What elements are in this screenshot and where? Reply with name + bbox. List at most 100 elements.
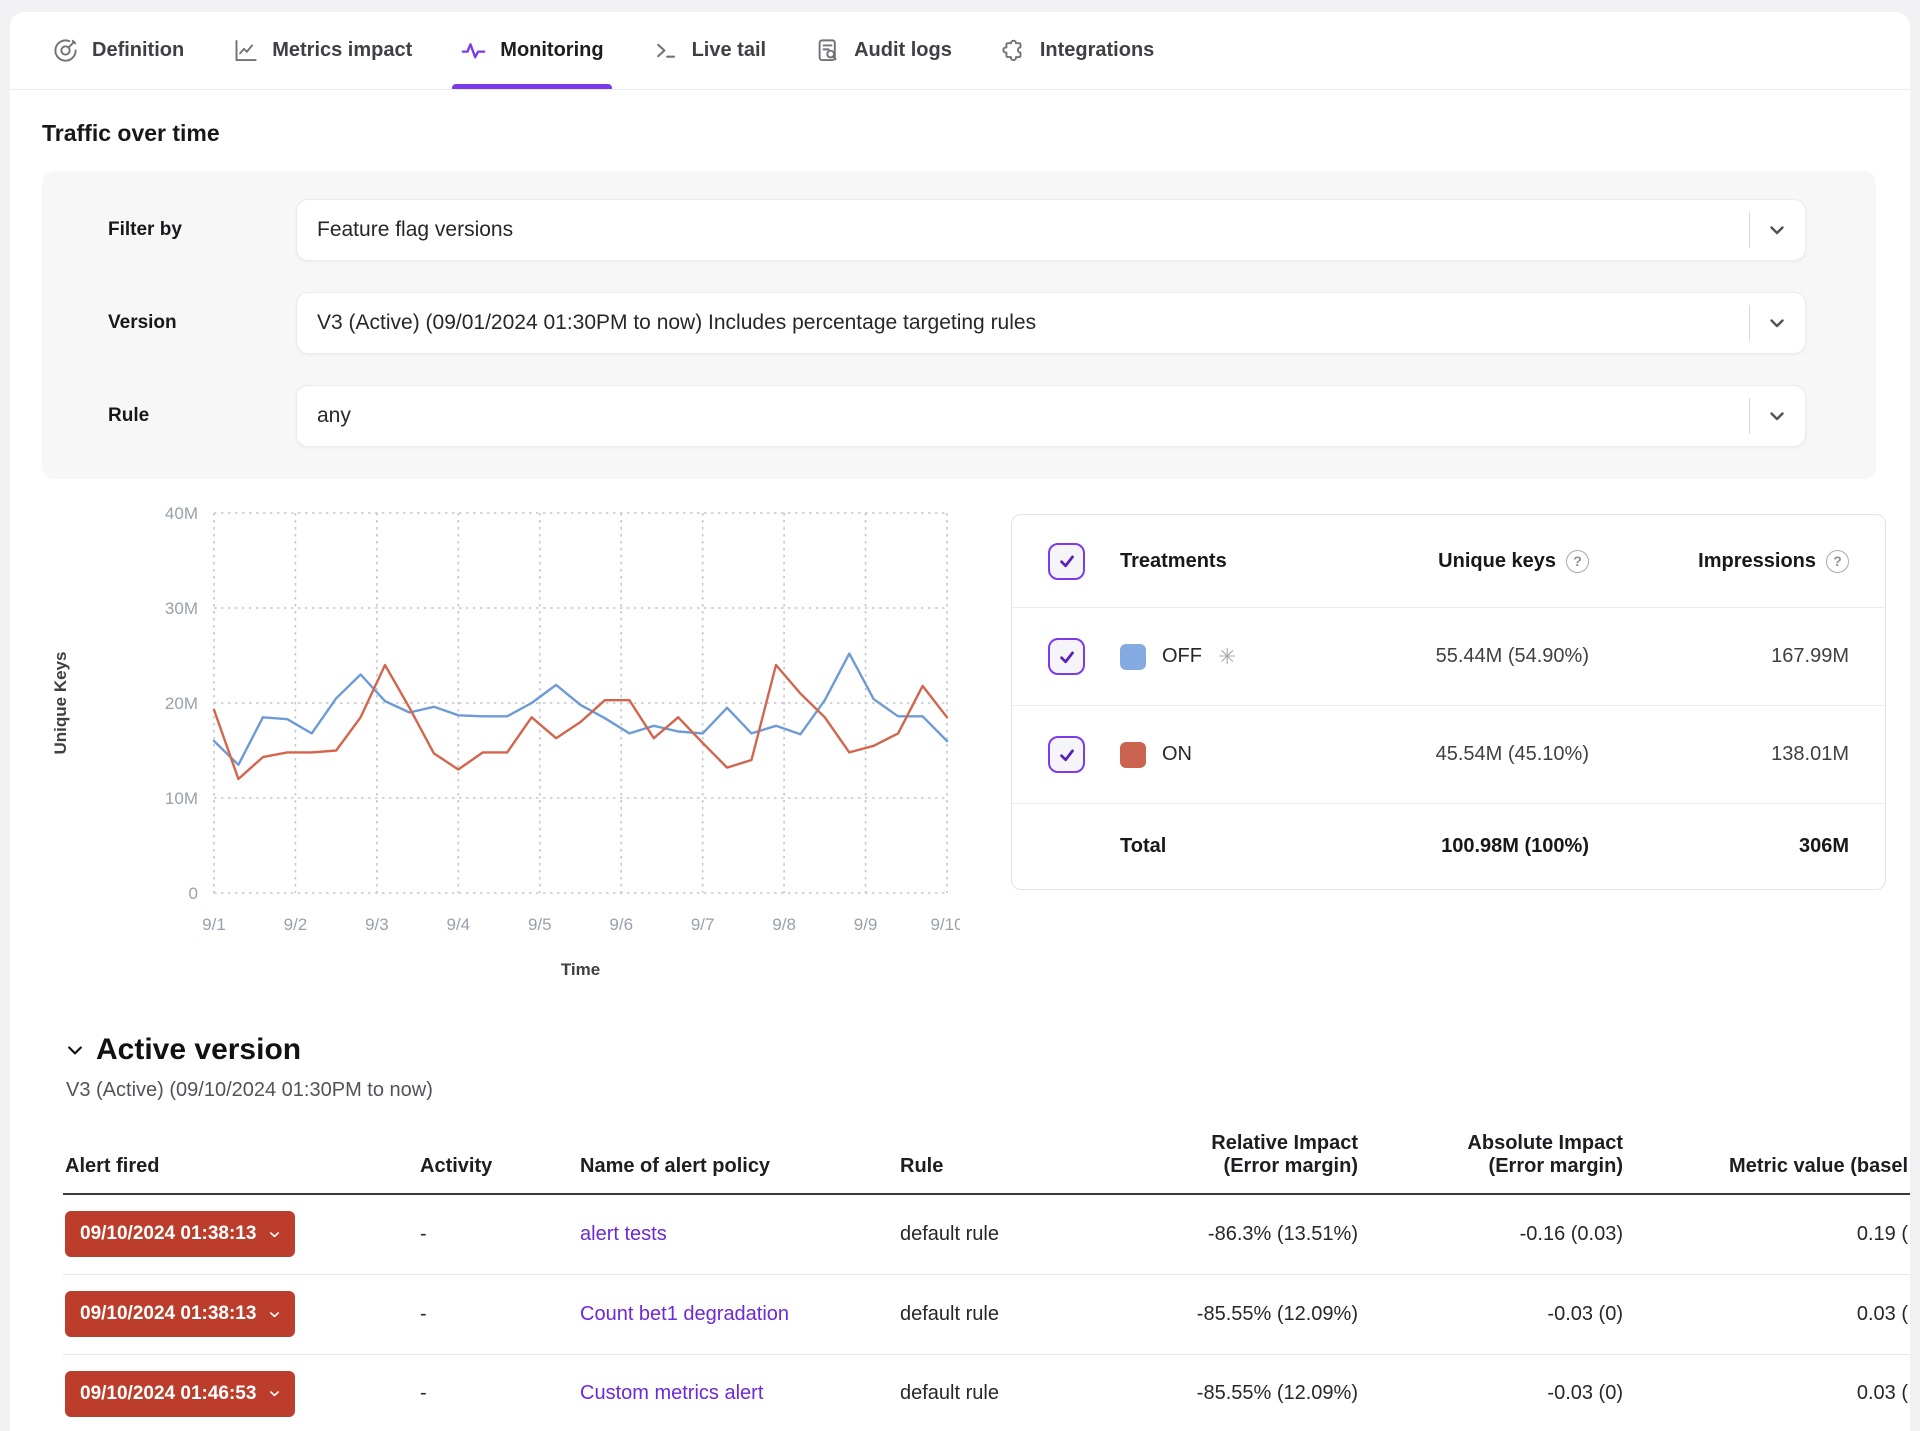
alert-absolute-impact: -0.16 (0.03) bbox=[1358, 1194, 1623, 1274]
svg-text:Time: Time bbox=[561, 960, 600, 979]
tab-live-tail[interactable]: Live tail bbox=[652, 12, 766, 89]
svg-text:30M: 30M bbox=[165, 599, 198, 618]
svg-text:9/4: 9/4 bbox=[447, 915, 471, 934]
frozen-asterisk-icon: ✳ bbox=[1218, 644, 1236, 670]
active-version-title: Active version bbox=[96, 1033, 301, 1067]
alert-absolute-impact: -0.03 (0) bbox=[1358, 1274, 1623, 1354]
col-metric-value: Metric value (basel bbox=[1623, 1132, 1910, 1194]
tab-integrations[interactable]: Integrations bbox=[1000, 12, 1154, 89]
tab-definition[interactable]: Definition bbox=[52, 12, 184, 89]
impressions-help-icon[interactable]: ? bbox=[1826, 550, 1849, 573]
alert-relative-impact: -85.55% (12.09%) bbox=[1128, 1274, 1358, 1354]
on-checkbox[interactable] bbox=[1048, 736, 1085, 773]
tab-label: Definition bbox=[92, 39, 184, 62]
alert-row: 09/10/2024 01:46:53 - Custom metrics ale… bbox=[63, 1354, 1910, 1431]
page-title: Traffic over time bbox=[42, 120, 1910, 147]
alert-absolute-impact: -0.03 (0) bbox=[1358, 1354, 1623, 1431]
svg-text:9/1: 9/1 bbox=[202, 915, 226, 934]
tab-bar: Definition Metrics impact Monitoring Liv… bbox=[10, 12, 1910, 90]
active-version-section: Active version V3 (Active) (09/10/2024 0… bbox=[65, 1033, 1910, 1102]
filter-by-label: Filter by bbox=[108, 219, 296, 241]
tab-label: Live tail bbox=[692, 39, 766, 62]
traffic-line-chart: 010M20M30M40M9/19/29/39/49/59/69/79/89/9… bbox=[40, 495, 960, 995]
col-activity: Activity bbox=[418, 1132, 578, 1194]
svg-text:0: 0 bbox=[189, 884, 198, 903]
treatment-name: OFF bbox=[1162, 645, 1202, 668]
impressions-header: Impressions bbox=[1698, 550, 1816, 573]
check-icon bbox=[1056, 744, 1078, 766]
alert-fired-time: 09/10/2024 01:46:53 bbox=[80, 1383, 256, 1405]
alert-metric-value: 0.03 ( bbox=[1623, 1354, 1910, 1431]
definition-icon bbox=[52, 37, 79, 64]
on-impressions: 138.01M bbox=[1589, 743, 1849, 766]
off-checkbox[interactable] bbox=[1048, 638, 1085, 675]
rule-select[interactable]: any bbox=[296, 385, 1806, 447]
alert-row: 09/10/2024 01:38:13 - Count bet1 degrada… bbox=[63, 1274, 1910, 1354]
audit-logs-icon bbox=[814, 37, 841, 64]
unique-keys-help-icon[interactable]: ? bbox=[1566, 550, 1589, 573]
alerts-table-wrap: Alert fired Activity Name of alert polic… bbox=[63, 1132, 1910, 1431]
treatments-header-row: Treatments Unique keys ? Impressions ? bbox=[1012, 515, 1885, 607]
svg-text:9/3: 9/3 bbox=[365, 915, 389, 934]
svg-text:10M: 10M bbox=[165, 789, 198, 808]
rule-row: Rule any bbox=[108, 385, 1806, 447]
treatments-total-row: Total 100.98M (100%) 306M bbox=[1012, 803, 1885, 889]
alert-fired-button[interactable]: 09/10/2024 01:46:53 bbox=[65, 1371, 295, 1417]
svg-text:9/5: 9/5 bbox=[528, 915, 552, 934]
alert-fired-button[interactable]: 09/10/2024 01:38:13 bbox=[65, 1211, 295, 1257]
col-relative-impact: Relative Impact (Error margin) bbox=[1128, 1132, 1358, 1194]
total-impressions: 306M bbox=[1589, 835, 1849, 858]
active-version-toggle[interactable]: Active version bbox=[65, 1033, 1910, 1067]
version-row: Version V3 (Active) (09/01/2024 01:30PM … bbox=[108, 292, 1806, 354]
main-card: Definition Metrics impact Monitoring Liv… bbox=[10, 12, 1910, 1431]
filter-panel: Filter by Feature flag versions Version … bbox=[42, 171, 1876, 479]
svg-text:9/6: 9/6 bbox=[609, 915, 633, 934]
check-icon bbox=[1056, 550, 1078, 572]
chevron-down-icon bbox=[267, 1227, 282, 1242]
treatment-name: ON bbox=[1162, 743, 1192, 766]
alert-relative-impact: -86.3% (13.51%) bbox=[1128, 1194, 1358, 1274]
rule-label: Rule bbox=[108, 405, 296, 427]
svg-text:Unique Keys: Unique Keys bbox=[51, 652, 70, 755]
live-tail-icon bbox=[652, 37, 679, 64]
alert-row: 09/10/2024 01:38:13 - alert tests defaul… bbox=[63, 1194, 1910, 1274]
on-unique-keys: 45.54M (45.10%) bbox=[1259, 743, 1589, 766]
alert-fired-time: 09/10/2024 01:38:13 bbox=[80, 1223, 256, 1245]
svg-text:9/10: 9/10 bbox=[930, 915, 960, 934]
alerts-table: Alert fired Activity Name of alert polic… bbox=[63, 1132, 1910, 1431]
version-select[interactable]: V3 (Active) (09/01/2024 01:30PM to now) … bbox=[296, 292, 1806, 354]
alert-rule: default rule bbox=[898, 1354, 1128, 1431]
treatments-panel: Treatments Unique keys ? Impressions ? bbox=[1011, 514, 1886, 890]
select-all-checkbox[interactable] bbox=[1048, 543, 1085, 580]
alert-activity: - bbox=[418, 1274, 578, 1354]
alert-policy-link[interactable]: alert tests bbox=[580, 1223, 667, 1245]
filter-by-select[interactable]: Feature flag versions bbox=[296, 199, 1806, 261]
on-color-swatch bbox=[1120, 742, 1146, 768]
chevron-down-icon bbox=[267, 1307, 282, 1322]
chevron-down-icon bbox=[1765, 218, 1789, 242]
tab-metrics-impact[interactable]: Metrics impact bbox=[232, 12, 412, 89]
tab-audit-logs[interactable]: Audit logs bbox=[814, 12, 952, 89]
svg-text:20M: 20M bbox=[165, 694, 198, 713]
alert-metric-value: 0.03 ( bbox=[1623, 1274, 1910, 1354]
chevron-down-icon bbox=[65, 1040, 85, 1060]
active-version-subtitle: V3 (Active) (09/10/2024 01:30PM to now) bbox=[66, 1079, 1910, 1102]
off-unique-keys: 55.44M (54.90%) bbox=[1259, 645, 1589, 668]
alert-relative-impact: -85.55% (12.09%) bbox=[1128, 1354, 1358, 1431]
col-absolute-impact: Absolute Impact (Error margin) bbox=[1358, 1132, 1623, 1194]
chevron-down-icon bbox=[1765, 404, 1789, 428]
alert-fired-button[interactable]: 09/10/2024 01:38:13 bbox=[65, 1291, 295, 1337]
divider bbox=[1749, 212, 1750, 248]
alert-policy-link[interactable]: Custom metrics alert bbox=[580, 1382, 763, 1404]
alert-rule: default rule bbox=[898, 1194, 1128, 1274]
chart-and-treatments: 010M20M30M40M9/19/29/39/49/59/69/79/89/9… bbox=[10, 495, 1910, 995]
svg-text:9/7: 9/7 bbox=[691, 915, 715, 934]
alert-activity: - bbox=[418, 1194, 578, 1274]
alert-policy-link[interactable]: Count bet1 degradation bbox=[580, 1303, 789, 1325]
treatments-header: Treatments bbox=[1120, 550, 1259, 573]
svg-text:9/2: 9/2 bbox=[284, 915, 308, 934]
divider bbox=[1749, 305, 1750, 341]
tab-monitoring[interactable]: Monitoring bbox=[460, 12, 603, 89]
tab-label: Monitoring bbox=[500, 39, 603, 62]
chevron-down-icon bbox=[267, 1386, 282, 1401]
